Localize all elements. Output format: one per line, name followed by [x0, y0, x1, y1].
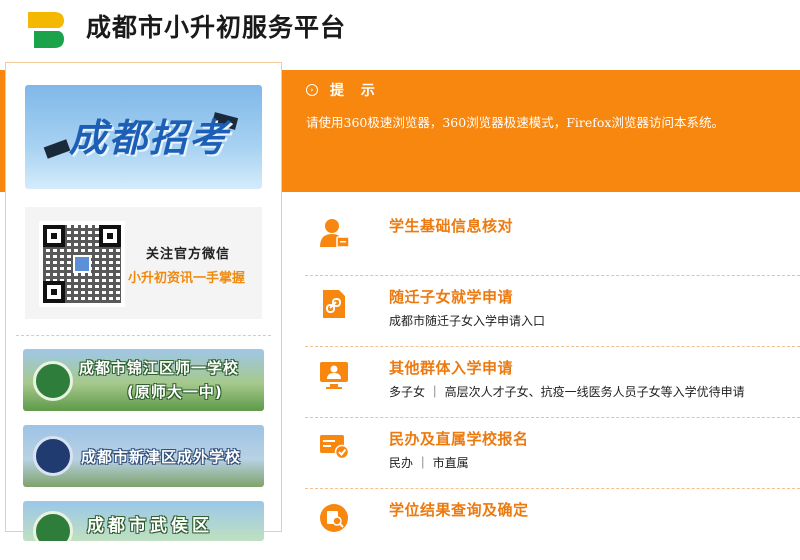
- notice-message: 请使用360极速浏览器，360浏览器极速模式，Firefox浏览器访问本系统。: [306, 115, 724, 130]
- chengdu-zhaokao-banner[interactable]: 成都招考: [25, 85, 262, 189]
- school-banner-jinjiang[interactable]: 成都市锦江区师一学校 (原师大一中): [23, 349, 264, 411]
- school-banner-wuhou[interactable]: 成都市武侯区: [23, 501, 264, 541]
- notice-title: › 提 示: [306, 80, 381, 100]
- menu-item-title: 学位结果查询及确定: [389, 501, 529, 519]
- sidebar-panel: 成都招考 关注官方微信 小升初资讯一手掌握 成都市锦江区师一学校 (原师大一中)…: [5, 62, 282, 541]
- qr-logo-icon: [73, 255, 91, 273]
- school-banner-xinjin[interactable]: 成都市新津区成外学校: [23, 425, 264, 487]
- school-emblem-icon: [33, 436, 73, 476]
- menu-item-placement-result[interactable]: 学位结果查询及确定: [305, 489, 800, 560]
- document-link-icon: [323, 290, 345, 318]
- school-name: 成都市新津区成外学校: [81, 448, 242, 466]
- menu-item-subtitle: 多子女 ｜ 高层次人才子女、抗疫一线医务人员子女等入学优待申请: [389, 385, 745, 399]
- student-id-icon: [320, 219, 349, 248]
- site-header: 成都市小升初服务平台: [0, 0, 800, 62]
- platform-logo-icon[interactable]: [26, 10, 66, 50]
- menu-item-title: 民办及直属学校报名: [389, 430, 529, 448]
- menu-item-subtitle: 民办 ｜ 市直属: [389, 456, 469, 470]
- school-emblem-icon: [33, 361, 73, 401]
- menu-item-private-school-registration[interactable]: 民办及直属学校报名 民办 ｜ 市直属: [305, 418, 800, 489]
- menu-item-title: 其他群体入学申请: [389, 359, 514, 377]
- menu-item-title: 随迁子女就学申请: [389, 288, 514, 306]
- search-result-icon: [320, 504, 348, 532]
- school-emblem-icon: [33, 511, 73, 541]
- notice-title-text: 提 示: [330, 83, 381, 99]
- school-name: 成都市武侯区: [87, 516, 213, 536]
- wechat-slogan-text: 小升初资讯一手掌握: [128, 271, 246, 286]
- school-name: 成都市锦江区师一学校: [79, 359, 240, 377]
- qr-code-image: [39, 221, 125, 307]
- wechat-follow-text: 关注官方微信: [146, 247, 231, 262]
- banner-title: 成都招考: [69, 115, 230, 160]
- menu-item-other-groups[interactable]: 其他群体入学申请 多子女 ｜ 高层次人才子女、抗疫一线医务人员子女等入学优待申请: [305, 347, 800, 418]
- menu-item-student-info[interactable]: 学生基础信息核对: [305, 205, 800, 276]
- wechat-qr-card[interactable]: 关注官方微信 小升初资讯一手掌握: [25, 207, 262, 319]
- school-former-name: (原师大一中): [127, 383, 223, 401]
- site-title: 成都市小升初服务平台: [86, 13, 347, 42]
- graduation-cap-icon: [43, 139, 71, 159]
- card-check-icon: [320, 435, 349, 460]
- sidebar-divider: [16, 335, 271, 336]
- menu-item-migrant-children[interactable]: 随迁子女就学申请 成都市随迁子女入学申请入口: [305, 276, 800, 347]
- chevron-right-circle-icon: ›: [306, 84, 318, 96]
- monitor-person-icon: [320, 362, 348, 389]
- menu-item-title: 学生基础信息核对: [389, 217, 514, 235]
- menu-item-subtitle: 成都市随迁子女入学申请入口: [389, 314, 546, 328]
